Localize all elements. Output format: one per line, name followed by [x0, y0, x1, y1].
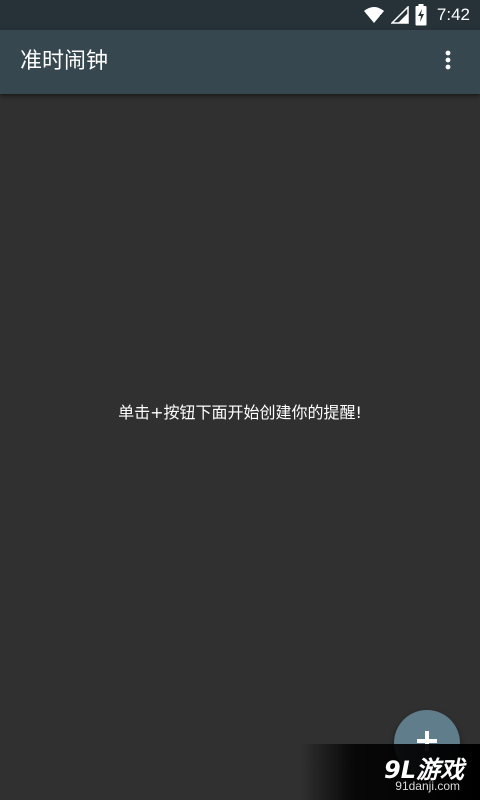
watermark: 9L游戏 91danji.com	[300, 744, 480, 800]
app-bar: 准时闹钟	[0, 30, 480, 94]
status-icons: 7:42	[363, 0, 470, 30]
battery-charging-icon	[415, 4, 427, 26]
status-bar: 7:42	[0, 0, 480, 30]
overflow-menu-button[interactable]	[424, 38, 472, 86]
status-time: 7:42	[436, 5, 470, 24]
empty-state-message: 单击+按钮下面开始创建你的提醒!	[118, 403, 362, 422]
more-vert-icon	[445, 50, 451, 74]
watermark-url: 91danji.com	[395, 779, 460, 793]
app-title: 准时闹钟	[20, 49, 109, 74]
main-content: 单击+按钮下面开始创建你的提醒!	[0, 94, 480, 800]
cell-signal-icon	[390, 6, 409, 24]
wifi-icon	[363, 6, 385, 24]
